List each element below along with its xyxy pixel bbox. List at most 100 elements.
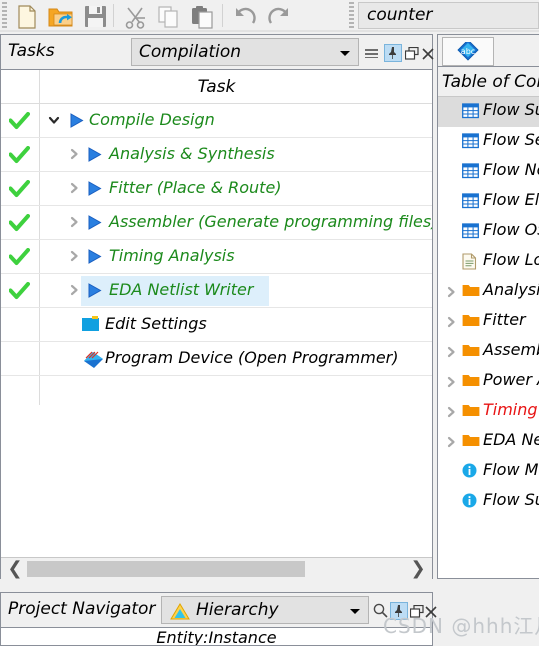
redo-icon[interactable] [262, 2, 296, 30]
expand-toggle[interactable] [444, 345, 457, 358]
toolbar-bottom-divider [0, 30, 539, 32]
pin-icon[interactable] [390, 602, 408, 620]
toolbar-separator [222, 4, 223, 27]
tasks-panel-header: Tasks Compilation [1, 35, 434, 70]
task-label: EDA Netlist Writer [109, 280, 254, 299]
undo-icon[interactable] [228, 2, 262, 30]
chevron-right-icon [70, 250, 78, 262]
expand-toggle[interactable] [67, 283, 81, 297]
abc-spellcheck-icon[interactable]: abc [442, 37, 494, 66]
table-row[interactable]: Compile Design [1, 104, 432, 138]
list-item[interactable]: Flow Settings [438, 127, 539, 157]
expand-toggle[interactable] [444, 315, 457, 328]
chevron-down-icon [48, 116, 60, 124]
folder-icon [462, 285, 480, 296]
list-item[interactable]: Fitter [438, 307, 539, 337]
list-item[interactable]: EDA Netlist Writer [438, 427, 539, 457]
compilation-flow-select[interactable]: Compilation [131, 38, 359, 66]
task-status-check [8, 214, 30, 236]
play-triangle-icon [88, 147, 102, 162]
task-icon[interactable] [81, 350, 105, 374]
toc-item-label: Flow Log [483, 250, 539, 269]
chevron-right-icon [447, 316, 455, 328]
toc-item-icon [462, 493, 477, 512]
chevron-right-icon [70, 148, 78, 160]
list-item[interactable]: Power Analyzer [438, 367, 539, 397]
toc-item-icon [462, 433, 480, 451]
list-item[interactable]: Assembler [438, 337, 539, 367]
close-icon[interactable] [425, 604, 437, 622]
new-file-icon[interactable] [10, 2, 44, 30]
table-row[interactable]: Timing Analysis [1, 240, 432, 274]
expand-toggle[interactable] [67, 215, 81, 229]
check-icon [8, 214, 30, 231]
chevron-right-icon [447, 376, 455, 388]
expand-toggle[interactable] [47, 113, 61, 127]
expand-toggle[interactable] [444, 435, 457, 448]
expand-toggle[interactable] [444, 375, 457, 388]
table-row[interactable]: Assembler (Generate programming files) [1, 206, 432, 240]
list-item[interactable]: Flow Messages [438, 457, 539, 487]
task-icon[interactable] [69, 113, 84, 132]
task-icon[interactable] [81, 316, 100, 336]
scrollbar-thumb[interactable] [27, 561, 305, 577]
list-item[interactable]: Timing Analyzer [438, 397, 539, 427]
scroll-left-arrow[interactable]: ❮ [4, 560, 26, 578]
open-folder-icon[interactable] [44, 2, 78, 30]
expand-toggle[interactable] [444, 285, 457, 298]
task-icon[interactable] [87, 249, 102, 268]
expand-toggle[interactable] [67, 181, 81, 195]
toc-item-label: Flow Elapsed Time [483, 190, 539, 209]
task-column-header: Task [197, 77, 236, 97]
project-name-field[interactable]: counter [358, 2, 539, 29]
table-row[interactable]: Analysis & Synthesis [1, 138, 432, 172]
task-icon[interactable] [87, 147, 102, 166]
restore-icon[interactable] [409, 604, 424, 622]
tasks-horizontal-scrollbar[interactable]: ❮ ❯ [1, 557, 432, 579]
task-icon[interactable] [87, 181, 102, 200]
chevron-right-icon [447, 286, 455, 298]
task-table[interactable]: Task Compile Design Analysis & Synthesis F… [1, 70, 432, 557]
table-icon [462, 223, 479, 239]
list-item[interactable]: Flow Non-Default Global Settings [438, 157, 539, 187]
close-icon[interactable] [422, 46, 434, 64]
scroll-right-arrow[interactable]: ❯ [407, 560, 429, 578]
table-row[interactable]: EDA Netlist Writer [1, 274, 432, 308]
toc-item-icon [462, 163, 479, 183]
list-item[interactable]: Flow Summary [438, 97, 539, 127]
expand-toggle[interactable] [444, 405, 457, 418]
list-item[interactable]: Flow Suppressed Messages [438, 487, 539, 517]
list-item[interactable]: Flow Log [438, 247, 539, 277]
table-row[interactable]: Program Device (Open Programmer) [1, 342, 432, 376]
save-icon[interactable] [78, 2, 112, 30]
folder-icon [462, 405, 480, 416]
toc-item-label: Flow Settings [483, 130, 539, 149]
task-status-check [8, 146, 30, 168]
task-icon[interactable] [87, 215, 102, 234]
list-item[interactable]: Flow OS Summary [438, 217, 539, 247]
toolbar-grip[interactable] [349, 2, 354, 28]
info-icon [462, 463, 477, 478]
restore-icon[interactable] [404, 46, 419, 64]
paste-icon[interactable] [186, 2, 220, 30]
expand-toggle[interactable] [67, 249, 81, 263]
table-row[interactable]: Edit Settings [1, 308, 432, 342]
toc-list[interactable]: Flow Summary Flow Settings Flow Non-Defaul… [438, 97, 539, 578]
table-row[interactable]: Fitter (Place & Route) [1, 172, 432, 206]
table-icon [462, 163, 479, 179]
chevron-down-icon [340, 51, 350, 56]
search-icon[interactable] [373, 603, 388, 622]
navigator-view-select[interactable]: Hierarchy [161, 596, 369, 624]
toolbar-grip[interactable] [2, 2, 7, 28]
task-icon[interactable] [87, 283, 102, 302]
copy-icon[interactable] [152, 2, 186, 30]
navigator-view-value: Hierarchy [196, 600, 279, 620]
toc-item-icon [462, 253, 477, 274]
svg-text:abc: abc [461, 47, 475, 56]
expand-toggle[interactable] [67, 147, 81, 161]
list-item[interactable]: Analysis & Synthesis [438, 277, 539, 307]
panel-menu-icon[interactable] [365, 49, 378, 58]
list-item[interactable]: Flow Elapsed Time [438, 187, 539, 217]
cut-icon[interactable] [118, 2, 152, 30]
pin-icon[interactable] [384, 44, 402, 62]
